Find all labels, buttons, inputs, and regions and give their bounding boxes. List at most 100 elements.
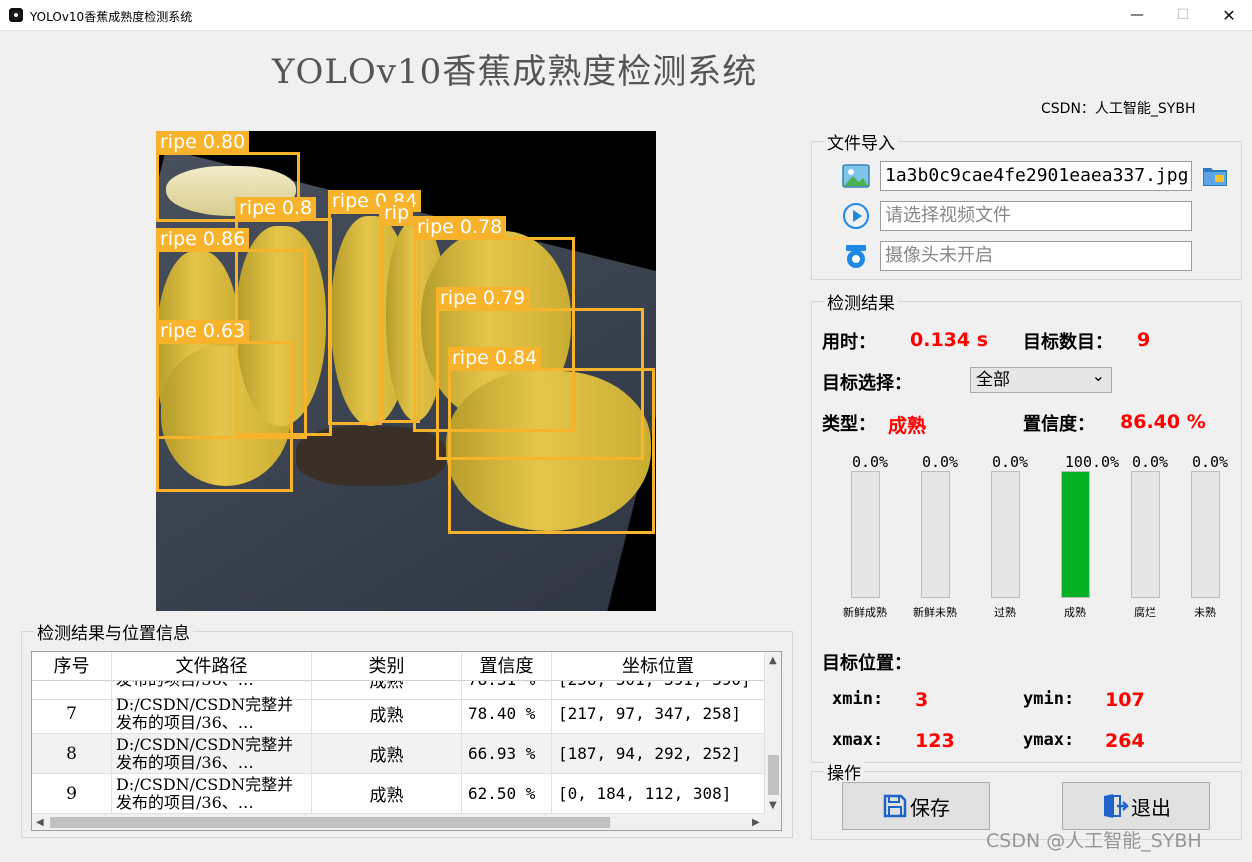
cell-coords: [217, 97, 347, 258]: [552, 694, 765, 734]
exit-icon: [1104, 794, 1129, 818]
app-icon: [9, 8, 23, 22]
scroll-right-icon[interactable]: ▶: [752, 817, 760, 828]
bbox-label: ripe 0.63: [156, 320, 250, 342]
bbox-label: ripe 0.79: [436, 287, 530, 309]
page-title: YOLOv10香蕉成熟度检测系统: [272, 52, 758, 92]
scroll-up-icon[interactable]: ▲: [769, 655, 777, 666]
operations-title: 操作: [824, 759, 864, 784]
cell-coords: [187, 94, 292, 252]: [552, 734, 765, 774]
confidence-label: 置信度：: [1023, 414, 1095, 435]
save-icon: [883, 794, 907, 818]
count-label: 目标数目：: [1023, 332, 1113, 353]
title-bar: YOLOv10香蕉成熟度检测系统 — ☐ ✕: [0, 0, 1252, 31]
target-select[interactable]: 全部: [970, 364, 1112, 393]
progress-bar: [921, 471, 950, 598]
header-category[interactable]: 类别: [312, 652, 462, 681]
save-label: 保存: [910, 795, 950, 820]
horizontal-scrollbar[interactable]: ◀ ▶: [32, 814, 781, 830]
header-confidence[interactable]: 置信度: [462, 652, 552, 681]
time-label: 用时：: [822, 332, 876, 353]
exit-button[interactable]: 退出: [1062, 782, 1210, 830]
bar-percent: 0.0%: [921, 453, 959, 471]
horizontal-scroll-thumb[interactable]: [50, 817, 610, 828]
ymax-value: 264: [1105, 730, 1145, 752]
minimize-button[interactable]: —: [1114, 0, 1160, 31]
type-label: 类型：: [822, 414, 876, 435]
time-value: 0.134 s: [910, 329, 989, 351]
maximize-button[interactable]: ☐: [1160, 0, 1206, 31]
bbox: ripe 0.84: [328, 190, 422, 425]
progress-bar: [1191, 471, 1220, 598]
folder-icon[interactable]: [1201, 161, 1229, 189]
cell-category: 成熟: [312, 734, 462, 774]
xmin-value: 3: [915, 689, 929, 711]
cell-index: 8: [32, 734, 112, 774]
results-table[interactable]: 发布的项目/36、… 成熟 78.31 % [256, 301, 391, 39…: [31, 651, 782, 831]
type-value: 成熟: [888, 415, 927, 437]
bbox-label: ripe 0.8: [235, 197, 317, 219]
header-path[interactable]: 文件路径: [112, 652, 312, 681]
xmin-label: xmin:: [832, 689, 884, 709]
bar-label: 新鲜成熟: [843, 606, 887, 619]
save-button[interactable]: 保存: [842, 782, 990, 830]
cell-category: 成熟: [312, 774, 462, 814]
target-select-label: 目标选择：: [822, 373, 912, 394]
image-file-input[interactable]: 1a3b0c9cae4fe2901eaea337.jpg: [880, 161, 1192, 191]
video-file-input[interactable]: 请选择视频文件: [880, 201, 1192, 231]
bar-percent: 0.0%: [851, 453, 889, 471]
cell-confidence: 62.50 %: [462, 774, 552, 814]
ymax-label: ymax:: [1023, 730, 1075, 750]
table-row[interactable]: 8 D:/CSDN/CSDN完整并 发布的项目/36、… 成熟 66.93 % […: [32, 734, 765, 774]
image-icon[interactable]: [842, 162, 870, 190]
bar-percent: 0.0%: [1191, 453, 1229, 471]
progress-bar: [1061, 471, 1090, 598]
progress-bar: [851, 471, 880, 598]
table-title: 检测结果与位置信息: [34, 619, 193, 644]
progress-bar: [991, 471, 1020, 598]
vertical-scroll-thumb[interactable]: [768, 755, 779, 795]
cell-confidence: 66.93 %: [462, 734, 552, 774]
cell-path: D:/CSDN/CSDN完整并 发布的项目/36、…: [112, 694, 312, 734]
bbox-label: rip: [380, 202, 414, 224]
camera-icon[interactable]: [842, 242, 870, 270]
header-coords[interactable]: 坐标位置: [552, 652, 765, 681]
bar-label: 新鲜未熟: [913, 606, 957, 619]
bar-label: 过熟: [994, 606, 1016, 619]
camera-input[interactable]: 摄像头未开启: [880, 241, 1192, 271]
file-import-title: 文件导入: [824, 129, 898, 154]
results-title: 检测结果: [824, 289, 898, 314]
ymin-label: ymin:: [1023, 689, 1075, 709]
scroll-left-icon[interactable]: ◀: [36, 817, 44, 828]
xmax-label: xmax:: [832, 730, 884, 750]
video-play-icon[interactable]: [842, 202, 870, 230]
bar-label: 腐烂: [1134, 606, 1156, 619]
window-title: YOLOv10香蕉成熟度检测系统: [30, 10, 193, 24]
confidence-value: 86.40 %: [1120, 411, 1206, 433]
bar-fill: [1062, 472, 1089, 597]
bar-label: 未熟: [1194, 606, 1216, 619]
progress-bar: [1131, 471, 1160, 598]
bbox-label: ripe 0.80: [156, 131, 250, 153]
bbox: ripe 0.84: [448, 347, 655, 534]
bar-percent: 100.0%: [1064, 453, 1120, 471]
cell-category: 成熟: [312, 694, 462, 734]
position-label: 目标位置：: [822, 653, 912, 674]
bar-percent: 0.0%: [1131, 453, 1169, 471]
cell-confidence: 78.40 %: [462, 694, 552, 734]
cell-index: 7: [32, 694, 112, 734]
table-row[interactable]: 7 D:/CSDN/CSDN完整并 发布的项目/36、… 成熟 78.40 % […: [32, 694, 765, 734]
scroll-down-icon[interactable]: ▼: [769, 800, 777, 811]
close-button[interactable]: ✕: [1206, 0, 1252, 31]
bbox-label: ripe 0.78: [413, 216, 507, 238]
cell-path: D:/CSDN/CSDN完整并 发布的项目/36、…: [112, 734, 312, 774]
count-value: 9: [1137, 329, 1151, 351]
vertical-scrollbar[interactable]: ▲ ▼: [765, 652, 781, 814]
header-index[interactable]: 序号: [32, 652, 112, 681]
cell-coords: [0, 184, 112, 308]: [552, 774, 765, 814]
bar-percent: 0.0%: [991, 453, 1029, 471]
cell-index: 9: [32, 774, 112, 814]
table-row[interactable]: 9 D:/CSDN/CSDN完整并 发布的项目/36、… 成熟 62.50 % […: [32, 774, 765, 814]
author-credit: CSDN：人工智能_SYBH: [1041, 101, 1196, 117]
xmax-value: 123: [915, 730, 955, 752]
watermark: CSDN @人工智能_SYBH: [986, 830, 1202, 852]
